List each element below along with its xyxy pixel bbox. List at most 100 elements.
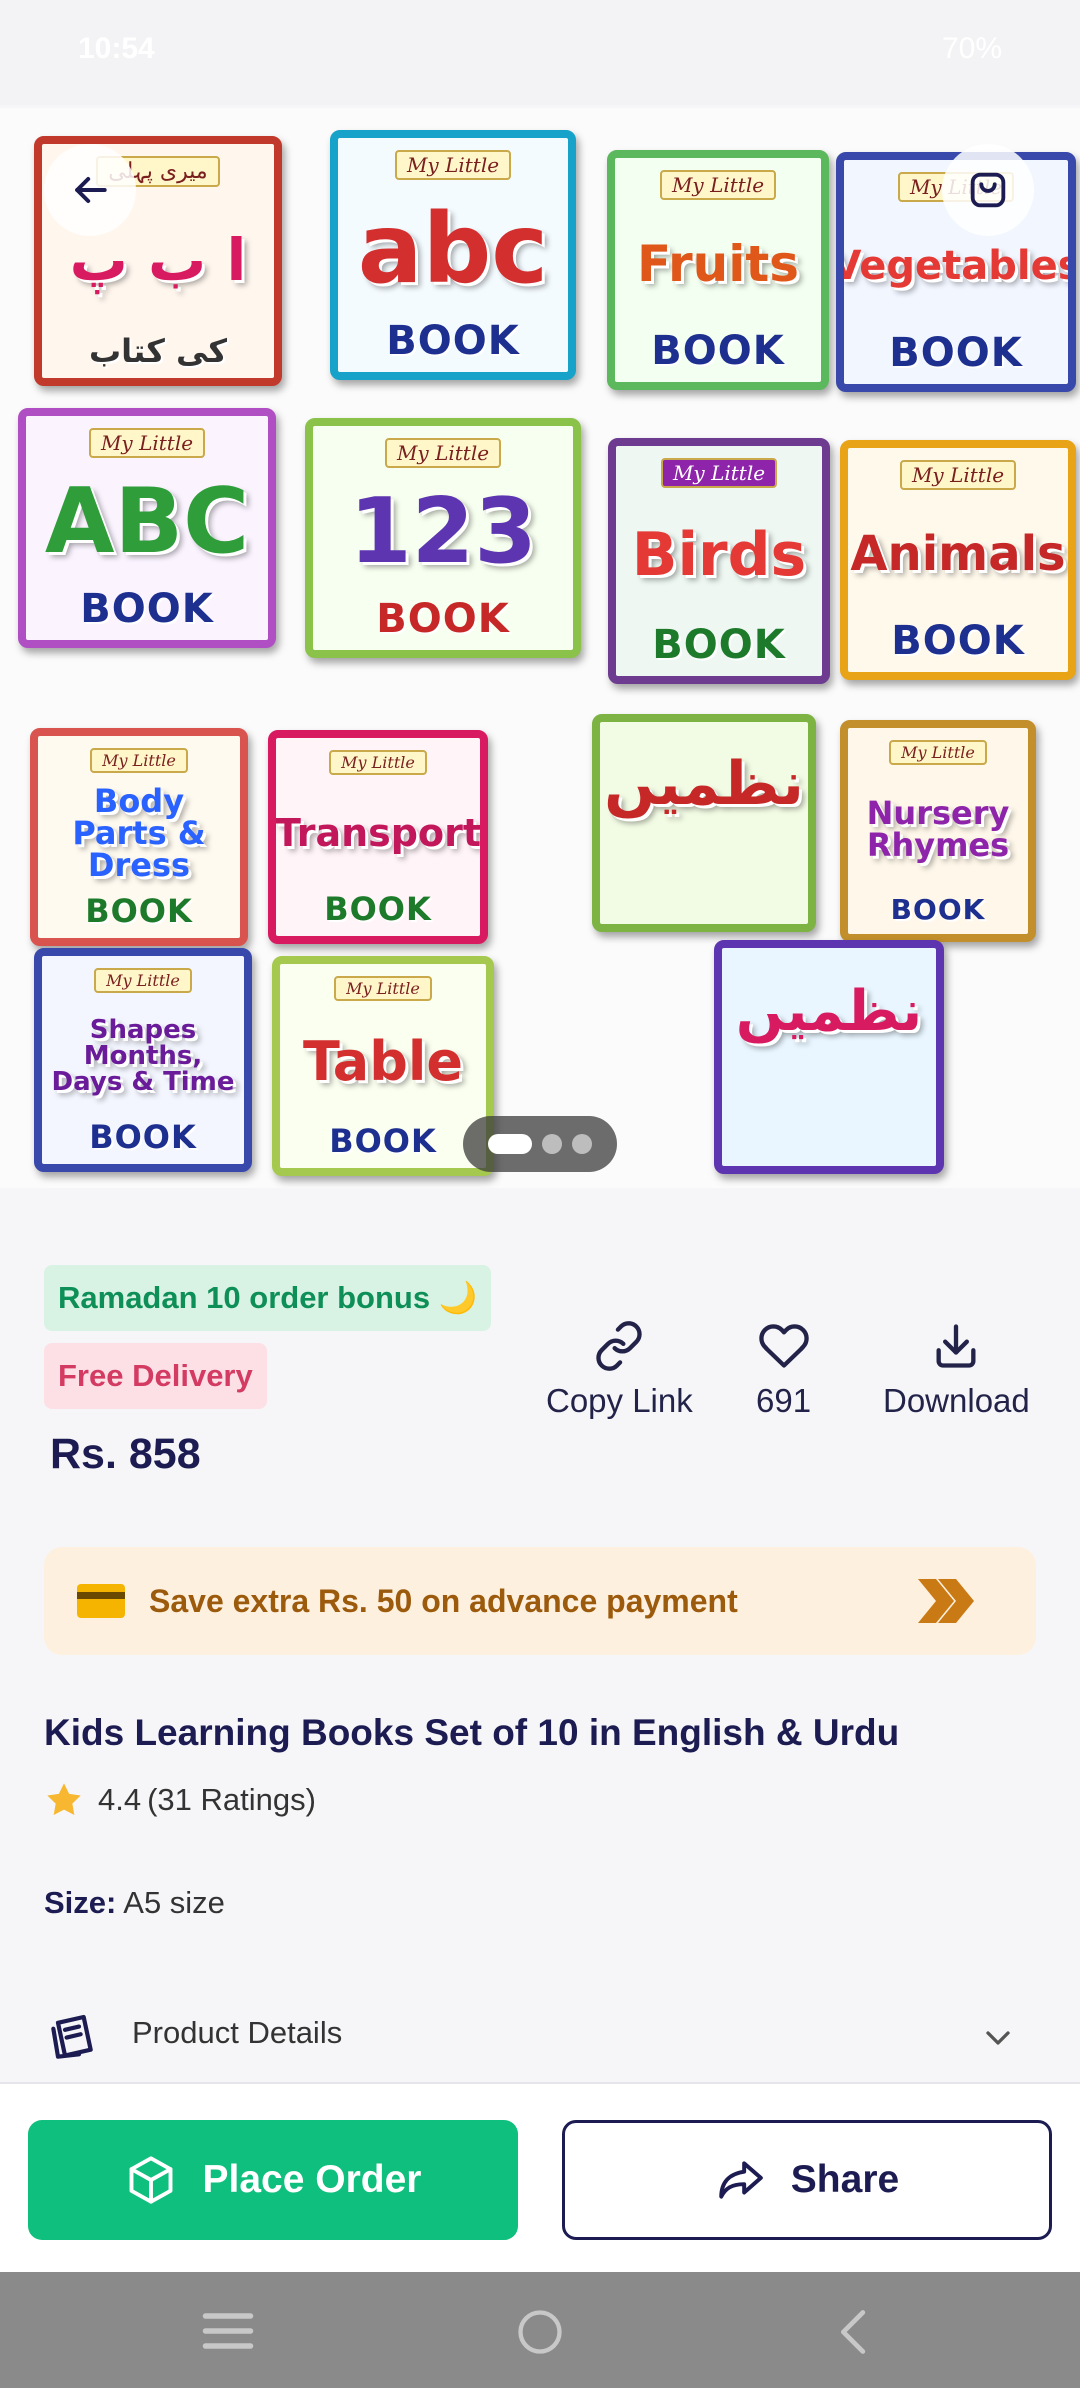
product-title: Kids Learning Books Set of 10 in English…	[44, 1712, 900, 1753]
book-tag: My Little	[899, 460, 1017, 490]
advance-payment-banner[interactable]: Save extra Rs. 50 on advance payment	[44, 1547, 1036, 1655]
book-word: BOOK	[85, 892, 193, 930]
share-label: Share	[790, 2158, 900, 2201]
size-label: Size:	[44, 1885, 117, 1920]
book-cover-abc: My Little abc BOOK	[330, 130, 576, 380]
book-cover-nazmein-2: نظمیں	[714, 940, 944, 1174]
share-button[interactable]: Share	[562, 2120, 1052, 2240]
book-word: BOOK	[329, 1122, 437, 1160]
book-title: Birds	[631, 520, 807, 590]
place-order-label: Place Order	[202, 2158, 422, 2201]
book-title: 123	[349, 479, 537, 584]
book-word: BOOK	[376, 596, 510, 642]
book-word: BOOK	[89, 1118, 197, 1156]
heart-icon	[758, 1324, 809, 1368]
document-icon	[51, 2014, 93, 2059]
book-title: Table	[302, 1029, 464, 1093]
copy-link-label: Copy Link	[546, 1382, 693, 1419]
book-cover-transport: My Little Transport BOOK	[268, 730, 488, 944]
book-title: abc	[357, 193, 549, 305]
book-cover-animals: My Little Animals BOOK	[840, 440, 1076, 680]
product-image-gallery[interactable]: میری پہلی ا ب پ کی کتاب My Little abc BO…	[0, 108, 1080, 1188]
book-cover-nazmein: نظمیں	[592, 714, 816, 932]
book-word: BOOK	[652, 622, 786, 668]
book-cover-shapes: My Little Shapes Months, Days & Time BOO…	[34, 948, 252, 1172]
star-icon	[47, 1783, 81, 1815]
book-word: BOOK	[80, 586, 214, 632]
book-cover-fruits: My Little Fruits BOOK	[607, 150, 829, 390]
back-nav-icon[interactable]	[830, 2306, 874, 2358]
book-cover-birds: My Little Birds BOOK	[608, 438, 830, 684]
pagination-dot-active[interactable]	[488, 1134, 532, 1154]
book-title: Fruits	[636, 235, 799, 293]
wishlist-button[interactable]: 691	[756, 1320, 811, 1420]
book-title: ا ب پ	[69, 225, 247, 294]
book-tag: My Little	[88, 428, 206, 458]
book-title: ABC	[44, 469, 250, 574]
home-icon[interactable]	[514, 2306, 566, 2358]
share-icon	[719, 2161, 763, 2199]
advance-payment-text: Save extra Rs. 50 on advance payment	[149, 1583, 738, 1619]
book-word: BOOK	[889, 330, 1023, 376]
book-tag: My Little	[889, 740, 987, 765]
book-tag: My Little	[329, 750, 427, 775]
book-title: Transport	[275, 810, 482, 855]
book-cover-body-parts: My Little Body Parts & Dress BOOK	[30, 728, 248, 946]
book-tag: My Little	[660, 458, 778, 488]
book-cover-ABC: My Little ABC BOOK	[18, 408, 276, 648]
link-icon	[596, 1321, 643, 1371]
book-title: Vegetables	[836, 243, 1076, 289]
book-tag: My Little	[94, 968, 192, 993]
rating-count: (31 Ratings)	[147, 1782, 316, 1817]
pagination-dot[interactable]	[572, 1134, 592, 1154]
rating-value: 4.4	[98, 1782, 142, 1817]
book-cover-nursery-rhymes: My Little Nursery Rhymes BOOK	[840, 720, 1036, 942]
book-cover-table: My Little Table BOOK	[272, 956, 494, 1176]
back-button[interactable]	[44, 144, 136, 236]
cart-button[interactable]	[942, 144, 1034, 236]
product-details-row[interactable]: Product Details	[44, 1998, 1036, 2078]
product-rating[interactable]: 4.4 (31 Ratings)	[44, 1780, 316, 1820]
arrow-left-icon	[75, 176, 107, 204]
copy-link-button[interactable]: Copy Link	[546, 1320, 693, 1420]
book-word: BOOK	[891, 618, 1025, 664]
pagination-dot[interactable]	[542, 1134, 562, 1154]
size-value: A5 size	[123, 1885, 225, 1920]
book-title: Nursery Rhymes	[866, 794, 1010, 864]
chevron-down-icon	[986, 2031, 1010, 2045]
ramadan-bonus-badge: Ramadan 10 order bonus 🌙	[44, 1265, 492, 1331]
bottom-action-bar: Place Order Share	[0, 2082, 1080, 2272]
product-price: Rs. 858	[50, 1430, 201, 1478]
book-title: Body Parts & Dress	[72, 781, 206, 884]
book-tag: My Little	[90, 748, 188, 773]
book-title: Animals	[850, 526, 1066, 582]
book-title: نظمیں	[735, 979, 923, 1044]
book-title: نظمیں	[604, 749, 804, 819]
status-bar: 10:54 70%	[0, 0, 1080, 105]
book-tag: My Little	[384, 438, 502, 468]
book-cover-123: My Little 123 BOOK	[305, 418, 581, 658]
size-row: Size: A5 size	[44, 1885, 225, 1921]
place-order-button[interactable]: Place Order	[28, 2120, 518, 2240]
book-tag: My Little	[659, 170, 777, 200]
download-button[interactable]: Download	[883, 1320, 1030, 1420]
book-word: BOOK	[651, 328, 785, 374]
shopping-bag-icon	[970, 172, 1006, 208]
credit-card-icon	[77, 1584, 125, 1618]
free-delivery-badge: Free Delivery	[44, 1343, 267, 1409]
battery-level: 70%	[941, 32, 1002, 65]
book-title: Shapes Months, Days & Time	[51, 1014, 235, 1097]
book-word: BOOK	[386, 318, 520, 364]
book-word: BOOK	[324, 890, 432, 928]
download-label: Download	[883, 1382, 1030, 1419]
gallery-pagination[interactable]	[463, 1116, 617, 1172]
download-icon	[936, 1324, 976, 1368]
product-details-label: Product Details	[132, 2015, 343, 2050]
system-navigation-bar	[0, 2272, 1080, 2388]
book-word: BOOK	[890, 893, 986, 926]
book-tag: My Little	[334, 976, 432, 1001]
box-icon	[129, 2156, 172, 2204]
menu-icon[interactable]	[198, 2306, 258, 2356]
status-time: 10:54	[78, 32, 155, 65]
book-word: کی کتاب	[89, 332, 227, 370]
